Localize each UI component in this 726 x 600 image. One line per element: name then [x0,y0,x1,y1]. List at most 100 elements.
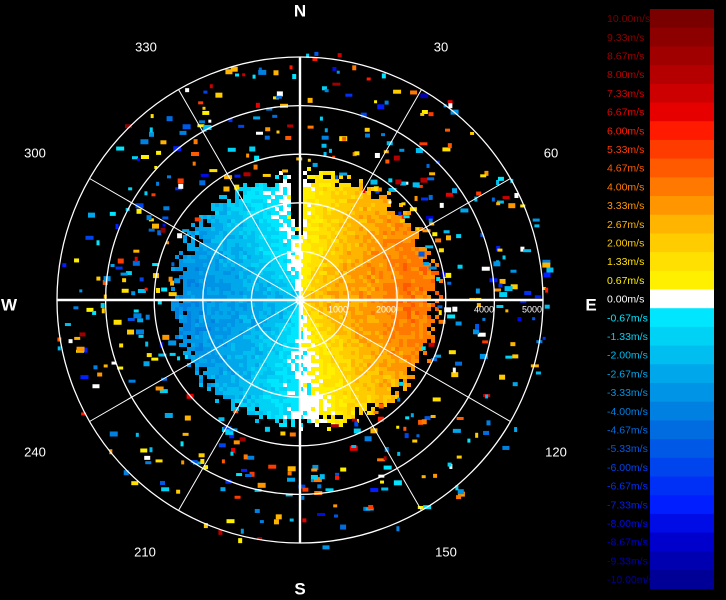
velocity-cell [207,227,211,231]
velocity-cell [351,371,355,375]
velocity-cell [219,231,223,235]
noise-cell [227,147,236,152]
velocity-cell [243,287,247,291]
velocity-cell [219,367,223,371]
velocity-cell [407,287,411,291]
velocity-cell [315,283,319,287]
velocity-cell [387,319,391,323]
velocity-cell [235,351,239,355]
velocity-cell [255,327,259,331]
velocity-cell [251,239,255,243]
velocity-cell [171,287,175,291]
velocity-cell [275,267,279,271]
velocity-cell [215,227,219,231]
velocity-cell [223,267,227,271]
velocity-cell [323,375,327,379]
velocity-cell [247,331,251,335]
velocity-cell [191,231,195,235]
velocity-cell [331,419,335,423]
velocity-cell [275,211,279,215]
velocity-cell [227,219,231,223]
velocity-cell [199,351,203,355]
velocity-cell [255,347,259,351]
velocity-cell [283,387,287,391]
noise-cell [289,65,293,70]
velocity-cell [355,391,359,395]
velocity-cell [255,215,259,219]
velocity-cell [383,399,387,403]
velocity-cell [323,291,327,295]
velocity-cell [263,251,267,255]
velocity-cell [355,287,359,291]
velocity-cell [271,215,275,219]
velocity-cell [379,279,383,283]
noise-cell [448,350,456,355]
velocity-cell [307,207,311,211]
velocity-cell [407,343,411,347]
velocity-cell [411,327,415,331]
velocity-cell [331,415,335,419]
noise-cell [460,208,469,213]
velocity-cell [319,291,323,295]
velocity-cell [247,187,251,191]
velocity-cell [315,363,319,367]
velocity-cell [343,351,347,355]
velocity-cell [271,327,275,331]
velocity-cell [375,395,379,399]
velocity-cell [327,231,331,235]
velocity-cell [311,263,315,267]
velocity-cell [279,319,283,323]
velocity-cell [211,295,215,299]
velocity-cell [211,227,215,231]
velocity-cell [243,263,247,267]
velocity-cell [275,219,279,223]
velocity-cell [371,399,375,403]
velocity-cell [227,239,231,243]
velocity-cell [279,243,283,247]
velocity-cell [203,263,207,267]
velocity-cell [347,219,351,223]
azimuth-label: 240 [24,444,46,459]
velocity-cell [307,419,311,423]
velocity-cell [235,311,239,315]
velocity-cell [211,239,215,243]
velocity-cell [407,335,411,339]
velocity-cell [379,335,383,339]
velocity-cell [355,347,359,351]
velocity-cell [227,267,231,271]
velocity-cell [399,259,403,263]
velocity-cell [323,207,327,211]
velocity-cell [427,287,431,291]
velocity-cell [387,271,391,275]
velocity-cell [371,367,375,371]
noise-cell [505,309,509,313]
velocity-cell [187,243,191,247]
noise-cell [452,188,458,194]
noise-cell [121,288,129,293]
velocity-cell [211,291,215,295]
velocity-cell [271,227,275,231]
velocity-cell [247,363,251,367]
noise-cell [245,474,253,478]
velocity-cell [291,259,295,263]
noise-cell [508,203,516,209]
velocity-cell [371,303,375,307]
noise-cell [155,459,163,463]
velocity-cell [303,371,307,375]
noise-cell [184,355,188,360]
velocity-cell [311,223,315,227]
velocity-cell [183,239,187,243]
velocity-cell [279,279,283,283]
velocity-cell [263,271,267,275]
noise-cell [264,426,270,432]
velocity-cell [307,195,311,199]
velocity-cell [359,295,363,299]
velocity-cell [339,191,343,195]
velocity-cell [335,283,339,287]
velocity-cell [403,347,407,351]
velocity-cell [351,403,355,407]
velocity-cell [303,279,307,283]
velocity-cell [339,343,343,347]
velocity-cell [399,363,403,367]
velocity-cell [379,375,383,379]
